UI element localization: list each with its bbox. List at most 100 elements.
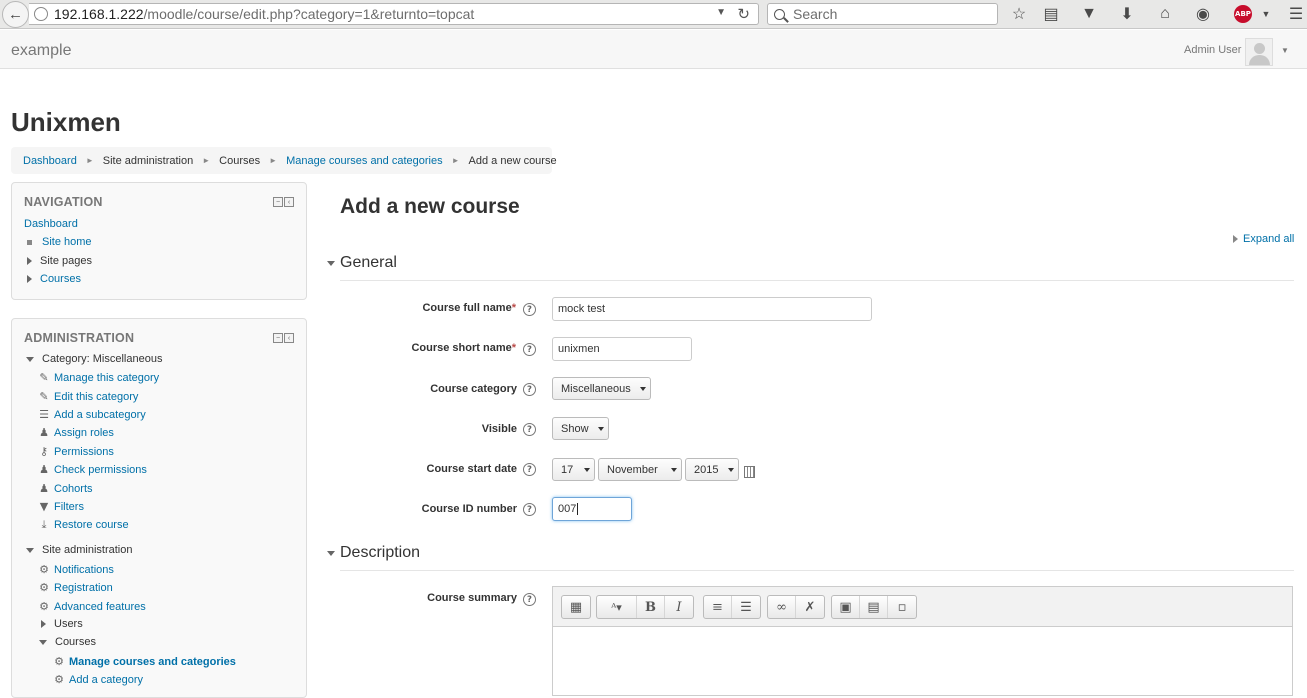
admin-item-label[interactable]: Edit this category: [54, 391, 138, 403]
collapse-block-icon[interactable]: −: [273, 197, 283, 207]
admin-item-label[interactable]: Filters: [54, 501, 84, 513]
admin-item-assign-roles[interactable]: ♟ Assign roles: [38, 426, 114, 439]
admin-item-label[interactable]: Courses: [55, 636, 96, 648]
chat-icon[interactable]: ◉: [1193, 4, 1213, 24]
admin-site-administration-node[interactable]: Site administration: [26, 544, 133, 556]
admin-site-administration-label[interactable]: Site administration: [42, 544, 133, 556]
help-icon[interactable]: ?: [523, 383, 536, 396]
admin-item-label[interactable]: Assign roles: [54, 427, 114, 439]
admin-category-label[interactable]: Category: Miscellaneous: [42, 353, 162, 365]
reload-icon[interactable]: ↻: [737, 5, 750, 23]
collapse-block-icon[interactable]: −: [273, 333, 283, 343]
admin-item-label[interactable]: Check permissions: [54, 464, 147, 476]
admin-item-label[interactable]: Registration: [54, 582, 113, 594]
admin-item-courses[interactable]: Courses: [39, 636, 96, 648]
media-icon[interactable]: ▤: [860, 596, 888, 618]
admin-item-label[interactable]: Restore course: [54, 519, 129, 531]
link-icon[interactable]: ∞: [768, 596, 796, 618]
download-icon[interactable]: ⬇: [1117, 4, 1137, 24]
user-menu-caret-icon[interactable]: ▼: [1281, 46, 1289, 55]
expand-all-link[interactable]: Expand all: [1233, 233, 1294, 245]
browser-search-input[interactable]: Search: [767, 3, 998, 25]
admin-item-permissions[interactable]: ⚷ Permissions: [38, 445, 114, 458]
startdate-day-select[interactable]: 17: [552, 458, 595, 481]
dock-block-icon[interactable]: ‹: [284, 333, 294, 343]
admin-item-label[interactable]: Users: [54, 618, 83, 630]
back-arrow-icon[interactable]: ←: [2, 1, 29, 28]
category-select[interactable]: Miscellaneous: [552, 377, 651, 400]
help-icon[interactable]: ?: [523, 593, 536, 606]
home-icon[interactable]: ⌂: [1155, 4, 1175, 24]
admin-item-label[interactable]: Advanced features: [54, 601, 146, 613]
nav-item-courses[interactable]: Courses: [27, 273, 81, 285]
unordered-list-icon[interactable]: ≡: [704, 596, 732, 618]
general-legend-label[interactable]: General: [340, 254, 397, 272]
admin-category-node[interactable]: Category: Miscellaneous: [26, 353, 162, 365]
admin-item-label[interactable]: Permissions: [54, 446, 114, 458]
nav-item-label[interactable]: Site pages: [40, 255, 92, 267]
startdate-year-select[interactable]: 2015: [685, 458, 739, 481]
admin-item-label[interactable]: Notifications: [54, 564, 114, 576]
nav-item-site-home[interactable]: Site home: [27, 236, 92, 248]
startdate-month-select[interactable]: November: [598, 458, 682, 481]
general-section-legend[interactable]: General: [327, 254, 397, 272]
idnumber-input[interactable]: 007: [552, 497, 632, 521]
ordered-list-icon[interactable]: ☰: [732, 596, 760, 618]
admin-item-cohorts[interactable]: ♟ Cohorts: [38, 482, 93, 495]
admin-item-notifications[interactable]: ⚙ Notifications: [38, 563, 114, 576]
nav-item-site-pages[interactable]: Site pages: [27, 255, 92, 267]
admin-item-filters[interactable]: ▼ Filters: [38, 500, 84, 513]
help-icon[interactable]: ?: [523, 343, 536, 356]
expand-arrow-icon[interactable]: [27, 257, 32, 265]
admin-item-users[interactable]: Users: [41, 618, 83, 630]
nav-item-label[interactable]: Courses: [40, 273, 81, 285]
admin-item-advanced-features[interactable]: ⚙ Advanced features: [38, 600, 146, 613]
manage-files-icon[interactable]: ▫: [888, 596, 916, 618]
help-icon[interactable]: ?: [523, 503, 536, 516]
url-bar[interactable]: 192.168.1.222/moodle/course/edit.php?cat…: [29, 3, 759, 25]
course-summary-editor[interactable]: ▦ ᴬ▾ B I ≡ ☰ ∞ ✗ ▣ ▤ ▫: [552, 586, 1293, 696]
menu-icon[interactable]: ☰: [1286, 4, 1306, 24]
dock-block-icon[interactable]: ‹: [284, 197, 294, 207]
description-legend-label[interactable]: Description: [340, 544, 420, 562]
collapse-arrow-icon[interactable]: [39, 639, 47, 645]
shortname-input[interactable]: unixmen: [552, 337, 692, 361]
expand-arrow-icon[interactable]: [27, 275, 32, 283]
admin-item-registration[interactable]: ⚙ Registration: [38, 581, 113, 594]
breadcrumb-manage-courses[interactable]: Manage courses and categories: [286, 155, 443, 167]
bookmark-star-icon[interactable]: ☆: [1009, 4, 1029, 24]
reading-list-icon[interactable]: ▤: [1041, 4, 1061, 24]
calendar-icon[interactable]: [744, 466, 755, 478]
expand-all-label[interactable]: Expand all: [1243, 233, 1294, 245]
avatar[interactable]: [1245, 38, 1273, 66]
admin-item-label[interactable]: Add a category: [69, 674, 143, 686]
paragraph-style-icon[interactable]: ᴬ▾: [597, 596, 637, 618]
abp-dropdown-icon[interactable]: ▼: [1256, 4, 1276, 24]
fullname-input[interactable]: mock test: [552, 297, 872, 321]
description-section-legend[interactable]: Description: [327, 544, 420, 562]
admin-item-add-subcategory[interactable]: ☰ Add a subcategory: [38, 408, 146, 421]
admin-item-manage-category[interactable]: ✎ Manage this category: [38, 371, 159, 384]
url-dropdown-icon[interactable]: ▼: [716, 7, 726, 18]
bold-icon[interactable]: B: [637, 596, 665, 618]
user-name[interactable]: Admin User: [1184, 44, 1241, 56]
unlink-icon[interactable]: ✗: [796, 596, 824, 618]
breadcrumb-dashboard[interactable]: Dashboard: [23, 155, 77, 167]
show-more-buttons-icon[interactable]: ▦: [562, 596, 590, 618]
admin-item-label[interactable]: Manage this category: [54, 372, 159, 384]
image-icon[interactable]: ▣: [832, 596, 860, 618]
nav-item-dashboard[interactable]: Dashboard: [24, 218, 78, 230]
collapse-arrow-icon[interactable]: [26, 356, 34, 362]
italic-icon[interactable]: I: [665, 596, 693, 618]
visible-select[interactable]: Show: [552, 417, 609, 440]
admin-item-manage-courses[interactable]: ⚙ Manage courses and categories: [53, 655, 236, 668]
admin-item-add-category[interactable]: ⚙ Add a category: [53, 673, 143, 686]
nav-item-label[interactable]: Site home: [42, 236, 92, 248]
help-icon[interactable]: ?: [523, 463, 536, 476]
help-icon[interactable]: ?: [523, 303, 536, 316]
adblock-icon[interactable]: ABP: [1234, 5, 1252, 23]
admin-item-label[interactable]: Manage courses and categories: [69, 656, 236, 668]
expand-arrow-icon[interactable]: [41, 620, 46, 628]
admin-item-label[interactable]: Cohorts: [54, 483, 93, 495]
help-icon[interactable]: ?: [523, 423, 536, 436]
